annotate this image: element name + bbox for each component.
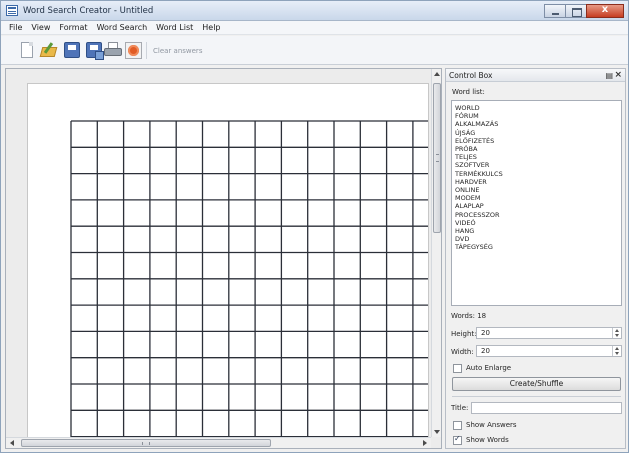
- scroll-right-icon[interactable]: [423, 440, 427, 446]
- horizontal-scroll-thumb[interactable]: [21, 439, 271, 447]
- create-shuffle-button[interactable]: Create/Shuffle: [452, 377, 621, 391]
- app-window: Word Search Creator - Untitled File View…: [0, 0, 629, 453]
- word-list-item: ALAPLAP: [455, 202, 484, 211]
- auto-enlarge-checkbox[interactable]: [453, 364, 462, 373]
- word-list-item: TÁPEGYSÉG: [455, 243, 493, 252]
- control-box-header: Control Box ▤ ×: [446, 69, 625, 82]
- width-value: 20: [481, 347, 490, 355]
- save-icon[interactable]: [64, 42, 80, 58]
- menu-word-search[interactable]: Word Search: [93, 21, 153, 34]
- height-value: 20: [481, 329, 490, 337]
- stop-icon[interactable]: [125, 42, 142, 59]
- show-answers-label: Show Answers: [466, 421, 517, 429]
- maximize-button[interactable]: [565, 4, 587, 18]
- height-label: Height:: [451, 330, 477, 338]
- word-list-item: SZOFTVER: [455, 161, 490, 170]
- app-icon: [6, 5, 18, 16]
- scroll-up-icon[interactable]: [434, 72, 440, 76]
- word-list-textarea[interactable]: WORLD FÓRUM ALKALMAZÁS ÚJSÁG ELŐFIZETÉS PRÓBA…: [451, 100, 622, 306]
- toolbar-separator: [146, 42, 147, 59]
- puzzle-sheet: [27, 83, 429, 443]
- vertical-scroll-thumb[interactable]: [433, 83, 441, 233]
- save-as-icon[interactable]: [86, 42, 104, 60]
- word-list-label: Word list:: [452, 88, 485, 96]
- menu-format[interactable]: Format: [55, 21, 92, 34]
- width-label: Width:: [451, 348, 474, 356]
- title-label: Title:: [451, 404, 469, 412]
- word-list-item: TELJES: [455, 153, 477, 162]
- word-list-item: ONLINE: [455, 186, 480, 195]
- word-list-item: HARDVER: [455, 177, 487, 186]
- pin-icon[interactable]: ▤: [605, 71, 613, 80]
- width-spin-arrows-icon[interactable]: [612, 346, 621, 356]
- title-input[interactable]: [471, 402, 622, 414]
- toolbar: Clear answers: [1, 36, 628, 65]
- word-list-item: ÚJSÁG: [455, 128, 476, 137]
- auto-enlarge-label: Auto Enlarge: [466, 364, 512, 372]
- word-list-item: VIDEÓ: [455, 218, 476, 227]
- minimize-button[interactable]: [544, 4, 566, 18]
- close-button[interactable]: [586, 4, 624, 18]
- scroll-down-icon[interactable]: [434, 430, 440, 434]
- menu-word-list[interactable]: Word List: [152, 21, 198, 34]
- scroll-left-icon[interactable]: [10, 440, 14, 446]
- window-controls: [544, 4, 624, 18]
- word-list-item: WORLD: [455, 104, 480, 112]
- close-panel-icon[interactable]: ×: [614, 70, 622, 80]
- puzzle-grid: [70, 120, 428, 442]
- word-list-item: PROCESSZOR: [455, 210, 500, 219]
- words-count-label: Words: 18: [451, 312, 487, 320]
- word-list-item: ALKALMAZÁS: [455, 120, 499, 129]
- height-spin-arrows-icon[interactable]: [612, 328, 621, 338]
- word-list-item: PRÓBA: [455, 145, 478, 154]
- control-box-panel: Control Box ▤ × Word list: WORLD FÓRUM ALK…: [445, 68, 626, 449]
- word-list-item: ELŐFIZETÉS: [455, 136, 495, 145]
- menu-help[interactable]: Help: [198, 21, 225, 34]
- word-list-item: HANG: [455, 227, 475, 236]
- control-box-title: Control Box: [449, 71, 493, 80]
- show-answers-checkbox[interactable]: [453, 421, 462, 430]
- title-bar: Word Search Creator - Untitled: [1, 1, 628, 21]
- show-words-label: Show Words: [466, 436, 509, 444]
- divider: [452, 396, 621, 397]
- menu-file[interactable]: File: [5, 21, 27, 34]
- show-words-checkbox[interactable]: [453, 434, 462, 445]
- window-title: Word Search Creator - Untitled: [23, 6, 154, 16]
- puzzle-canvas[interactable]: [5, 68, 442, 449]
- word-list-item: MODEM: [455, 194, 481, 203]
- print-icon[interactable]: [104, 42, 122, 58]
- width-stepper[interactable]: 20: [476, 345, 622, 357]
- vertical-scrollbar[interactable]: [431, 69, 441, 437]
- open-folder-icon[interactable]: [39, 42, 58, 58]
- clear-answers-button[interactable]: Clear answers: [153, 47, 202, 55]
- new-file-icon[interactable]: [21, 42, 33, 58]
- word-list-item: TERMÉKKULCS: [455, 169, 503, 178]
- menu-bar: File View Format Word Search Word List H…: [1, 21, 628, 35]
- horizontal-scrollbar[interactable]: [6, 437, 431, 448]
- height-stepper[interactable]: 20: [476, 327, 622, 339]
- menu-view[interactable]: View: [27, 21, 55, 34]
